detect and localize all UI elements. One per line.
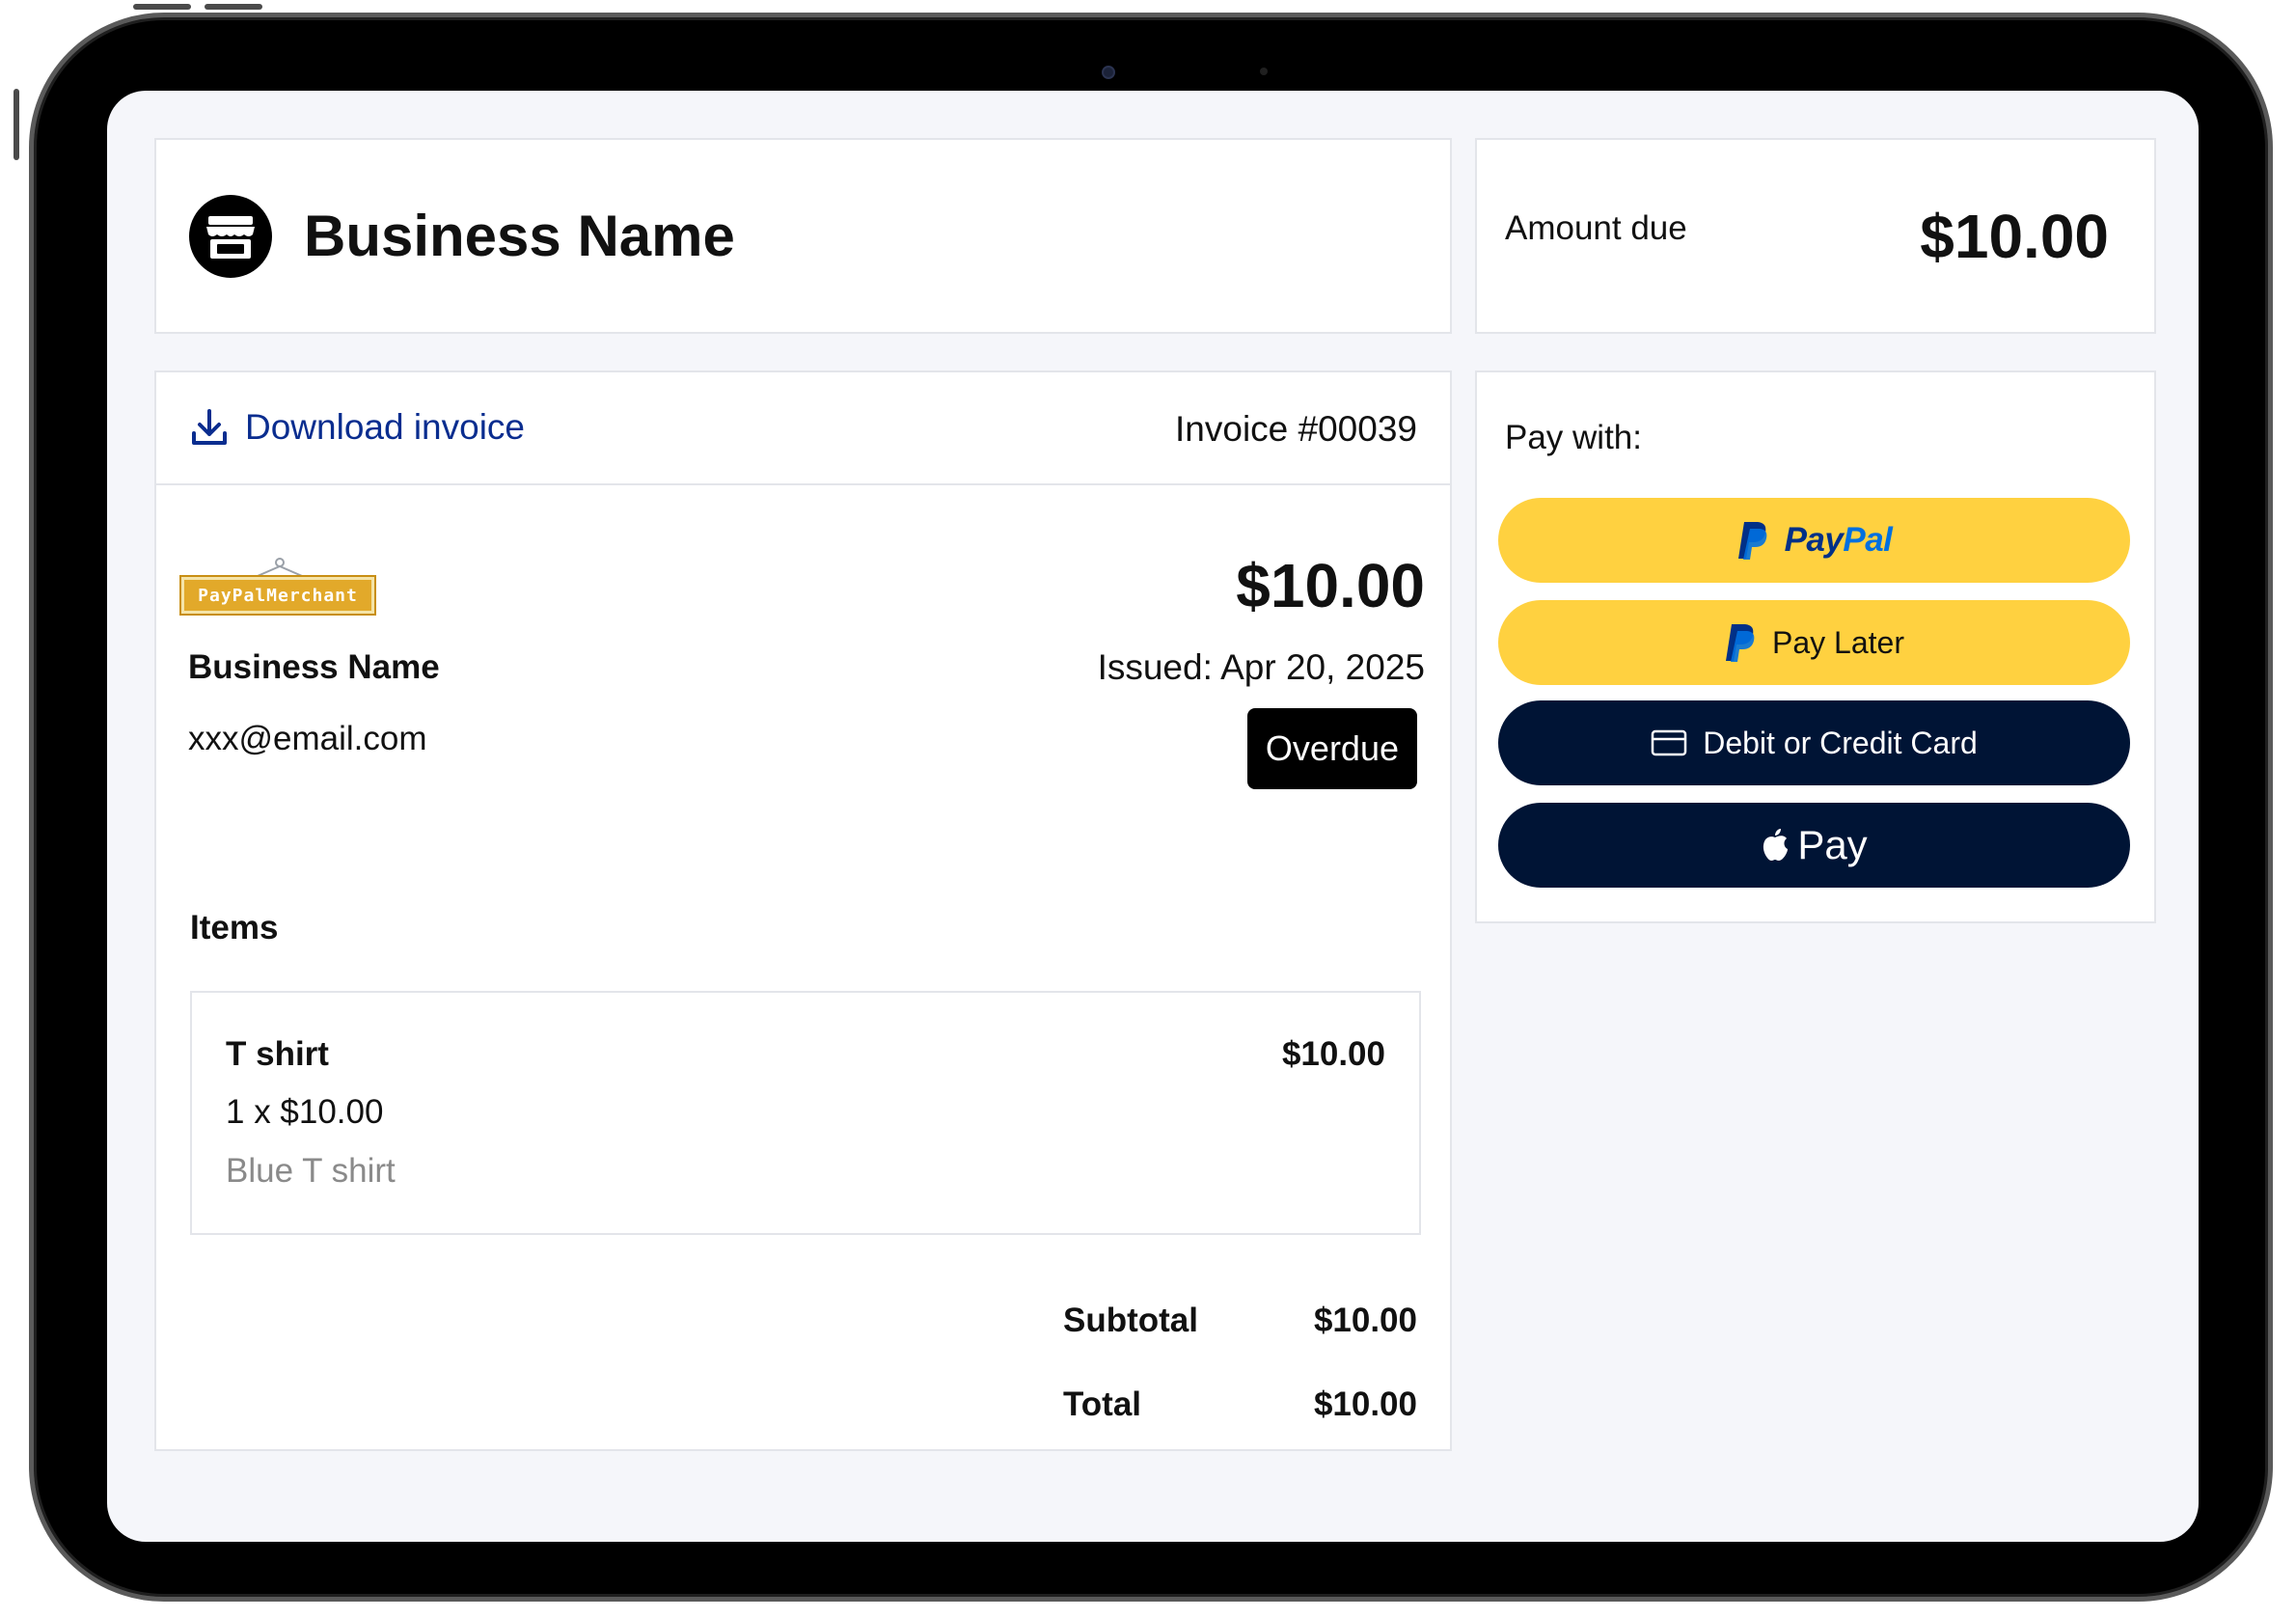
volume-button <box>133 4 191 10</box>
paypal-wordmark: PayPal <box>1785 521 1893 560</box>
apple-logo-icon <box>1763 829 1789 861</box>
storefront-icon <box>189 195 272 278</box>
business-header: Business Name <box>154 138 1452 334</box>
issued-date: Issued: Apr 20, 2025 <box>1097 647 1425 687</box>
merchant-email: xxx@email.com <box>188 720 427 757</box>
amount-due-panel: Amount due $10.00 <box>1475 138 2156 334</box>
subtotal-label: Subtotal <box>1063 1302 1198 1339</box>
merchant-name: Business Name <box>188 648 440 686</box>
debit-credit-card-button[interactable]: Debit or Credit Card <box>1498 700 2130 785</box>
front-camera <box>1102 66 1115 79</box>
item-name: T shirt <box>226 1035 329 1073</box>
invoice-number: Invoice #00039 <box>1175 409 1417 449</box>
items-heading: Items <box>190 909 279 946</box>
pay-later-label: Pay Later <box>1772 624 1904 660</box>
paypal-button[interactable]: PayPal <box>1498 498 2130 583</box>
side-button <box>14 89 19 160</box>
item-quantity-price: 1 x $10.00 <box>226 1093 384 1131</box>
debit-credit-card-label: Debit or Credit Card <box>1703 725 1978 760</box>
amount-due-label: Amount due <box>1505 209 1687 247</box>
paypal-logo-icon <box>1737 522 1766 560</box>
invoice-amount: $10.00 <box>1236 551 1425 620</box>
invoice-toolbar: Download invoice Invoice #00039 <box>156 372 1450 485</box>
paypal-logo-icon <box>1726 624 1755 662</box>
total-label: Total <box>1063 1385 1142 1423</box>
payment-panel: Pay with: PayPal Pay Later Debit or Cred… <box>1475 370 2156 923</box>
power-button <box>205 4 262 10</box>
download-invoice-label: Download invoice <box>245 407 526 447</box>
paypal-wordmark-pay: Pay <box>1784 521 1844 559</box>
apple-pay-label: Pay <box>1797 822 1868 867</box>
merchant-logo: PayPalMerchant <box>179 558 376 619</box>
paypal-wordmark-pal: Pal <box>1843 521 1893 559</box>
invoice-panel: Download invoice Invoice #00039 PayPalMe… <box>154 370 1452 1451</box>
credit-card-icon <box>1651 729 1687 756</box>
total-value: $10.00 <box>1313 1385 1417 1423</box>
subtotal-value: $10.00 <box>1313 1302 1417 1339</box>
business-name-title: Business Name <box>304 204 735 268</box>
download-invoice-link[interactable]: Download invoice <box>191 407 525 448</box>
item-total: $10.00 <box>1281 1035 1385 1073</box>
merchant-logo-badge: PayPalMerchant <box>179 575 376 616</box>
download-icon <box>192 409 227 445</box>
apple-pay-button[interactable]: Pay <box>1498 803 2130 888</box>
ambient-sensor <box>1260 68 1268 75</box>
pay-with-title: Pay with: <box>1505 419 1642 456</box>
amount-due-value: $10.00 <box>1920 202 2109 271</box>
list-item: T shirt 1 x $10.00 Blue T shirt $10.00 <box>190 991 1421 1235</box>
item-description: Blue T shirt <box>226 1152 396 1190</box>
pay-later-button[interactable]: Pay Later <box>1498 600 2130 685</box>
status-badge: Overdue <box>1246 708 1417 789</box>
screen: Business Name Amount due $10.00 Download… <box>107 91 2199 1542</box>
